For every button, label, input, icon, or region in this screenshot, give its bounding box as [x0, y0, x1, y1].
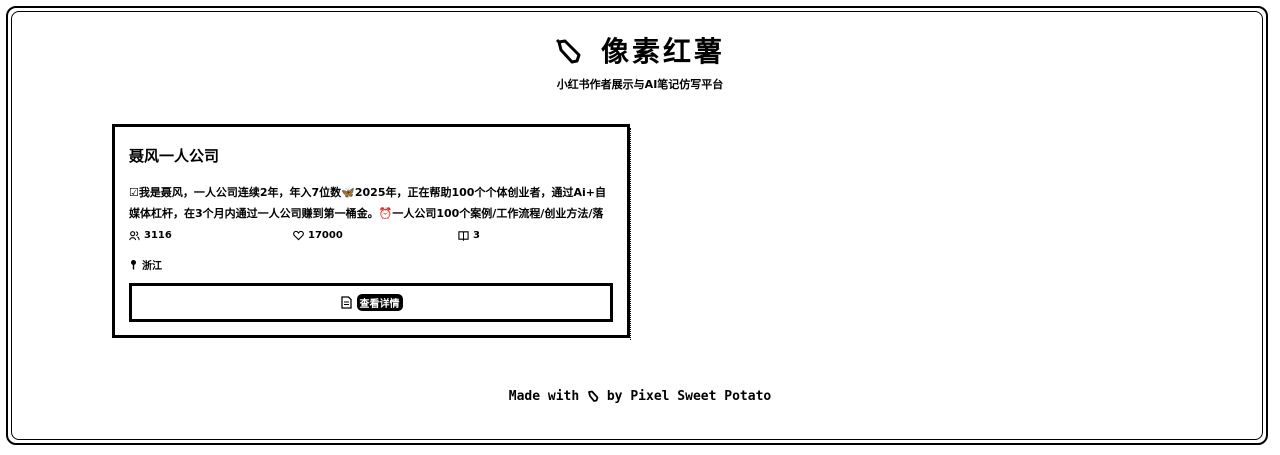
followers-count: 3116 — [144, 230, 172, 241]
notes-stat: 3 — [458, 230, 480, 241]
book-icon — [458, 231, 469, 241]
author-description: ☑我是聂风，一人公司连续2年，年入7位数🦋2025年，正在帮助100个个体创业者… — [129, 186, 606, 220]
author-stats: 3116 17000 3 — [129, 230, 615, 246]
brand: 像素红薯 — [0, 34, 1280, 70]
location-label: 浙江 — [142, 261, 162, 272]
author-card[interactable]: 聂风一人公司 ☑我是聂风，一人公司连续2年，年入7位数🦋2025年，正在帮助10… — [112, 124, 630, 338]
view-details-label: 查看详情 — [356, 294, 403, 311]
heart-icon — [293, 230, 304, 241]
document-icon — [340, 296, 352, 309]
likes-stat: 17000 — [293, 230, 343, 241]
author-name: 聂风一人公司 — [129, 147, 220, 165]
card-shadow — [630, 128, 634, 340]
users-icon — [129, 231, 140, 241]
site-subtitle: 小红书作者展示与AI笔记仿写平台 — [556, 78, 724, 91]
sweet-potato-icon — [555, 38, 583, 66]
pin-icon — [131, 260, 136, 270]
notes-count: 3 — [473, 230, 480, 241]
site-footer: Made with by Pixel Sweet Potato — [0, 388, 1280, 406]
site-title: 像素红薯 — [600, 35, 725, 68]
site-header: 像素红薯 小红书作者展示与AI笔记仿写平台 — [0, 34, 1280, 92]
footer-prefix: Made with — [508, 389, 580, 404]
followers-stat: 3116 — [129, 230, 172, 241]
author-location: 浙江 — [129, 257, 162, 272]
sweet-potato-icon — [587, 390, 599, 402]
likes-count: 17000 — [308, 230, 343, 241]
footer-suffix: by Pixel Sweet Potato — [606, 389, 772, 404]
view-details-button[interactable]: 查看详情 — [129, 283, 613, 322]
